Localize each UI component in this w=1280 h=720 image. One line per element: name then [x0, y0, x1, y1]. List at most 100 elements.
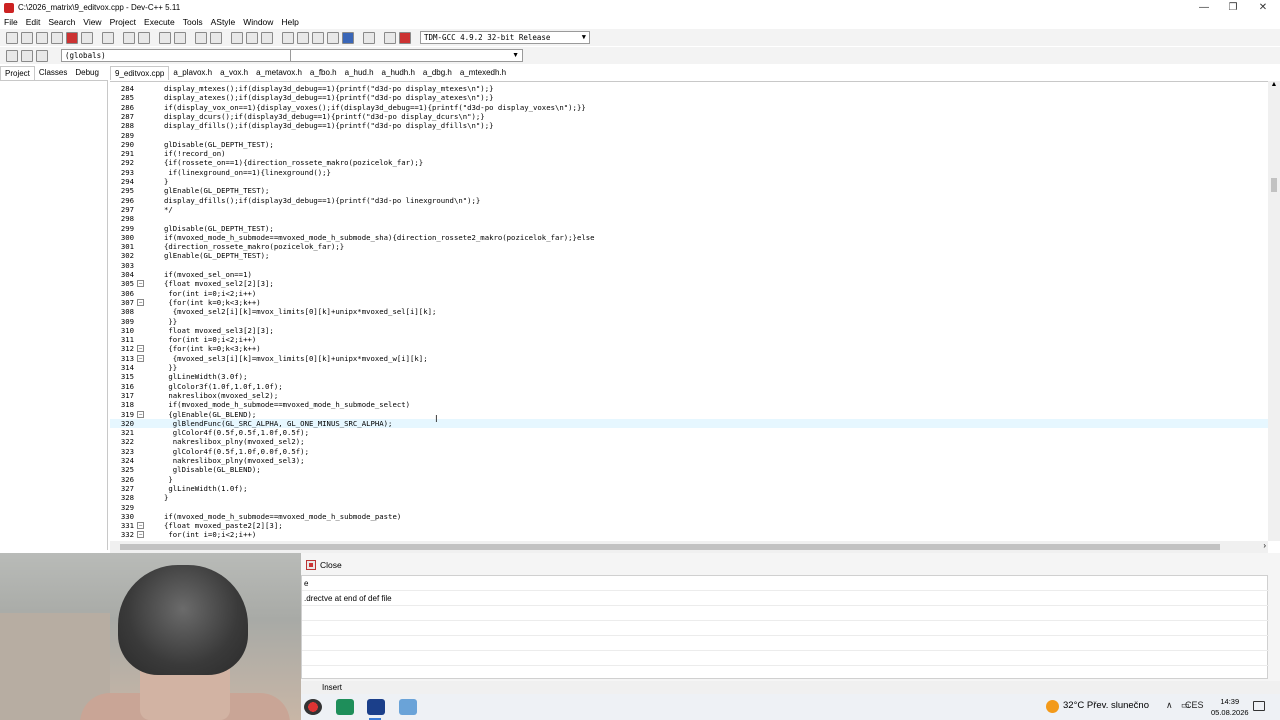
menu-execute[interactable]: Execute — [144, 17, 175, 27]
save-all-icon[interactable] — [51, 31, 63, 44]
scroll-right-icon[interactable]: › — [1263, 541, 1266, 550]
fold-toggle-icon[interactable]: − — [137, 531, 144, 539]
code-line[interactable]: 322 nakreslibox_plny(mvoxed_sel2); — [110, 437, 1268, 446]
code-line[interactable]: 328} — [110, 493, 1268, 502]
menu-tools[interactable]: Tools — [183, 17, 203, 27]
fold-toggle-icon[interactable]: − — [137, 354, 144, 362]
code-line[interactable]: 315 glLineWidth(3.0f); — [110, 372, 1268, 381]
file-tab-a-vox[interactable]: a_vox.h — [216, 66, 252, 80]
code-line[interactable]: 290 glDisable(GL_DEPTH_TEST); — [110, 140, 1268, 149]
file-tab-a-dbg[interactable]: a_dbg.h — [419, 66, 456, 80]
scope-dropdown[interactable]: (globals) — [61, 49, 291, 62]
open-file-icon[interactable] — [21, 31, 33, 44]
code-line[interactable]: 305− {float mvoxed_sel2[2][3]; — [110, 279, 1268, 288]
add-to-project-icon[interactable] — [297, 31, 309, 44]
code-line[interactable]: 293 if(linexground_on==1){linexground();… — [110, 168, 1268, 177]
clock[interactable]: 14:39 05.08.2026 — [1211, 696, 1249, 718]
taskbar-app-icon[interactable] — [399, 699, 417, 715]
save-icon[interactable] — [36, 31, 48, 44]
print-icon[interactable] — [102, 31, 114, 44]
code-line[interactable]: 300 if(mvoxed_mode_h_submode==mvoxed_mode… — [110, 233, 1268, 242]
file-tab-9-editvox[interactable]: 9_editvox.cpp — [110, 66, 170, 80]
vertical-scrollbar[interactable]: ▲ — [1268, 81, 1280, 541]
indent-icon[interactable] — [195, 31, 207, 44]
code-line[interactable]: 325 glDisable(GL_BLEND); — [110, 465, 1268, 474]
code-line[interactable]: 310 float mvoxed_sel3[2][3]; — [110, 326, 1268, 335]
weather-sun-icon[interactable] — [1046, 700, 1059, 713]
file-tab-a-metavox[interactable]: a_metavox.h — [252, 66, 306, 80]
code-line[interactable]: 330 if(mvoxed_mode_h_submode==mvoxed_mode… — [110, 512, 1268, 521]
code-line[interactable]: 326 } — [110, 475, 1268, 484]
menu-view[interactable]: View — [83, 17, 101, 27]
notification-icon[interactable] — [1253, 701, 1265, 711]
fold-toggle-icon[interactable]: − — [137, 410, 144, 418]
file-tab-a-hud[interactable]: a_hud.h — [341, 66, 378, 80]
code-line[interactable]: 314 }} — [110, 363, 1268, 372]
code-line[interactable]: 318 if(mvoxed_mode_h_submode==mvoxed_mod… — [110, 400, 1268, 409]
code-line[interactable]: 329 — [110, 503, 1268, 512]
toggle-icon[interactable] — [21, 49, 33, 62]
code-line[interactable]: 284 display_mtexes();if(display3d_debug==… — [110, 84, 1268, 93]
code-line[interactable]: 298 — [110, 214, 1268, 223]
undo-icon[interactable] — [123, 31, 135, 44]
menu-edit[interactable]: Edit — [26, 17, 41, 27]
project-options-icon[interactable] — [327, 31, 339, 44]
code-line[interactable]: 286 if(display_vox_on==1){display_voxes()… — [110, 103, 1268, 112]
code-line[interactable]: 317 nakreslibox(mvoxed_sel2); — [110, 391, 1268, 400]
goto-icon[interactable] — [231, 31, 243, 44]
menu-help[interactable]: Help — [281, 17, 298, 27]
unindent-icon[interactable] — [210, 31, 222, 44]
find-icon[interactable] — [159, 31, 171, 44]
code-line[interactable]: 312− {for(int k=0;k<3;k++) — [110, 344, 1268, 353]
menu-astyle[interactable]: AStyle — [211, 17, 236, 27]
menu-file[interactable]: File — [4, 17, 18, 27]
code-line[interactable]: 307− {for(int k=0;k<3;k++) — [110, 298, 1268, 307]
debug-icon[interactable] — [399, 31, 411, 44]
code-line[interactable]: 319− {glEnable(GL_BLEND); — [110, 410, 1268, 419]
code-line[interactable]: 296 display_dfills();if(display3d_debug==… — [110, 196, 1268, 205]
code-line[interactable]: 332− for(int i=0;i<2;i++) — [110, 530, 1268, 539]
file-tab-a-hudh[interactable]: a_hudh.h — [378, 66, 419, 80]
toggle-bookmark-icon[interactable] — [261, 31, 273, 44]
menu-window[interactable]: Window — [243, 17, 273, 27]
code-line[interactable]: 320 glBlendFunc(GL_SRC_ALPHA, GL_ONE_MIN… — [110, 418, 1268, 429]
compile-check-icon[interactable] — [342, 31, 354, 44]
code-line[interactable]: 301 {direction_rossete_makro(pozicelok_fa… — [110, 242, 1268, 251]
code-editor[interactable]: 284 display_mtexes();if(display3d_debug==… — [110, 81, 1268, 541]
menu-project[interactable]: Project — [110, 17, 136, 27]
redo-icon[interactable] — [138, 31, 150, 44]
remove-from-project-icon[interactable] — [312, 31, 324, 44]
vertical-scroll-thumb[interactable] — [1271, 178, 1277, 192]
close-output-button[interactable]: Close — [306, 558, 342, 572]
code-line[interactable]: 291 if(!record_on) — [110, 149, 1268, 158]
weather-text[interactable]: 32°C Přev. slunečno — [1063, 700, 1149, 711]
code-line[interactable]: 306 for(int i=0;i<2;i++) — [110, 289, 1268, 298]
code-line[interactable]: 295 glEnable(GL_DEPTH_TEST); — [110, 186, 1268, 195]
taskbar-app-icon[interactable] — [304, 699, 322, 715]
minimize-button[interactable]: — — [1189, 0, 1219, 15]
code-line[interactable]: 313− {mvoxed_sel3[i][k]=mvox_limits[0][k… — [110, 354, 1268, 363]
goto-bookmark-icon[interactable] — [36, 49, 48, 62]
code-line[interactable]: 327 glLineWidth(1.0f); — [110, 484, 1268, 493]
code-line[interactable]: 292 {if(rossete_on==1){direction_rossete_… — [110, 158, 1268, 167]
close-file-icon[interactable] — [66, 31, 78, 44]
code-line[interactable]: 303 — [110, 261, 1268, 270]
code-line[interactable]: 308 {mvoxed_sel2[i][k]=mvox_limits[0][k]… — [110, 307, 1268, 316]
fold-toggle-icon[interactable]: − — [137, 345, 144, 353]
code-line[interactable]: 331− {float mvoxed_paste2[2][3]; — [110, 521, 1268, 530]
code-line[interactable]: 285 display_atexes();if(display3d_debug==… — [110, 93, 1268, 102]
close-window-button[interactable]: ✕ — [1248, 0, 1278, 15]
code-line[interactable]: 288 display_dfills();if(display3d_debug==… — [110, 121, 1268, 130]
compiler-dropdown[interactable]: TDM-GCC 4.9.2 32-bit Release ▼ — [420, 31, 590, 44]
close-all-icon[interactable] — [81, 31, 93, 44]
code-line[interactable]: 309 }} — [110, 317, 1268, 326]
code-line[interactable]: 302 glEnable(GL_DEPTH_TEST); — [110, 251, 1268, 260]
code-line[interactable]: 287 display_dcurs();if(display3d_debug==1… — [110, 112, 1268, 121]
code-line[interactable]: 304 if(mvoxed_sel_on==1) — [110, 270, 1268, 279]
new-project-icon[interactable] — [282, 31, 294, 44]
menu-search[interactable]: Search — [48, 17, 75, 27]
file-tab-a-fbo[interactable]: a_fbo.h — [306, 66, 341, 80]
bookmark-icon[interactable] — [246, 31, 258, 44]
code-line[interactable]: 311 for(int i=0;i<2;i++) — [110, 335, 1268, 344]
language-label[interactable]: CES — [1185, 700, 1204, 710]
